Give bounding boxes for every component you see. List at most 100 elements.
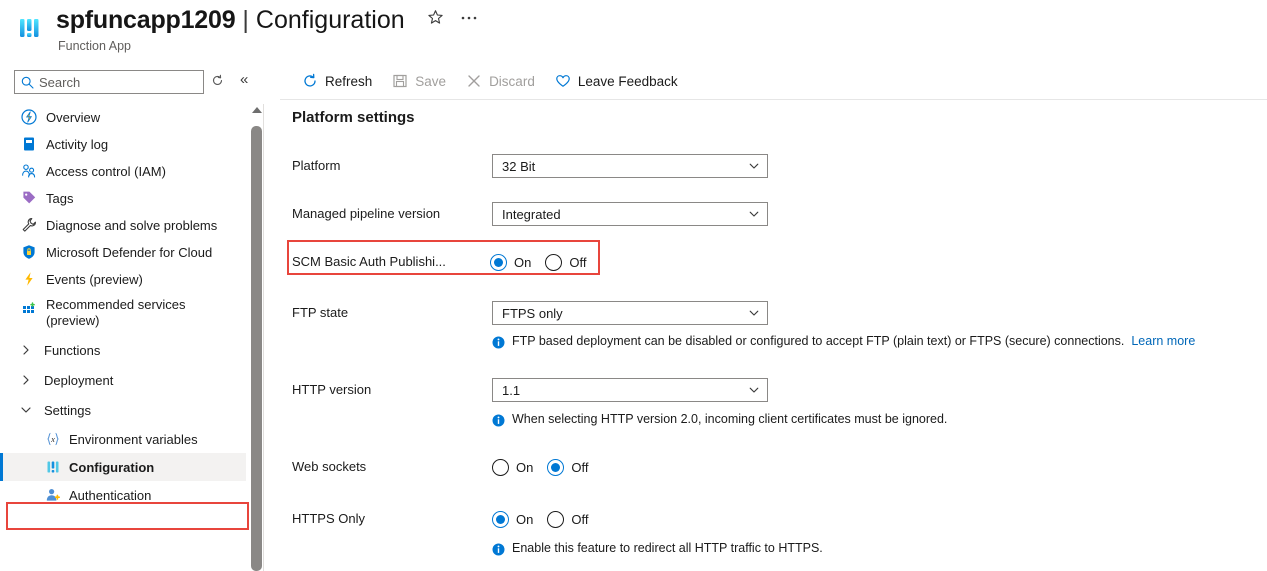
managed-pipeline-version-dropdown-value: Integrated (502, 207, 561, 222)
sidebar-item-label: Recommended services (preview) (46, 297, 211, 329)
sidebar-item-configuration[interactable]: Configuration (0, 453, 246, 481)
http-version-info-text: When selecting HTTP version 2.0, incomin… (512, 412, 947, 426)
https-only-on-radio[interactable]: On (492, 511, 533, 528)
radio-label: Off (571, 512, 588, 527)
field-label: Managed pipeline version (292, 202, 492, 226)
configuration-bars-icon (44, 459, 62, 475)
ftp-state-info-text: FTP based deployment can be disabled or … (512, 334, 1124, 348)
collapse-sidebar-icon[interactable]: « (240, 72, 248, 87)
field-web-sockets: Web sockets On Off (292, 455, 612, 479)
page-title: spfuncapp1209 | Configuration (56, 6, 478, 35)
sidebar-item-access-control[interactable]: Access control (IAM) (0, 158, 246, 185)
scm-basic-auth-off-radio[interactable]: Off (545, 254, 586, 271)
https-only-radio-group: On Off (492, 507, 588, 531)
info-icon (492, 414, 505, 427)
chevron-down-icon (748, 307, 760, 319)
ftp-state-dropdown[interactable]: FTPS only (492, 301, 768, 325)
field-label: Web sockets (292, 455, 492, 479)
sidebar-item-overview[interactable]: Overview (0, 104, 246, 131)
ftp-state-learn-more-link[interactable]: Learn more (1131, 334, 1195, 348)
radio-label: Off (569, 255, 586, 270)
sidebar-item-label: Activity log (46, 131, 108, 158)
search-box[interactable] (14, 70, 204, 94)
command-toolbar: Refresh Save Discard Leave Feedback (292, 66, 688, 96)
refresh-button[interactable]: Refresh (292, 69, 382, 93)
field-http-version: HTTP version 1.1 (292, 378, 772, 402)
platform-dropdown[interactable]: 32 Bit (492, 154, 768, 178)
managed-pipeline-version-dropdown[interactable]: Integrated (492, 202, 768, 226)
sidebar-item-label: Authentication (69, 488, 151, 503)
chevron-right-icon (18, 344, 34, 356)
sidebar-item-tags[interactable]: Tags (0, 185, 246, 212)
sidebar-group-deployment[interactable]: Deployment (0, 365, 246, 395)
radio-unselected-icon (547, 511, 564, 528)
heart-icon (555, 73, 571, 89)
http-version-dropdown[interactable]: 1.1 (492, 378, 768, 402)
chevron-down-icon (748, 160, 760, 172)
field-ftp-state: FTP state FTPS only (292, 301, 772, 325)
lightning-icon (20, 271, 38, 287)
web-sockets-off-radio[interactable]: Off (547, 459, 588, 476)
scm-basic-auth-on-radio[interactable]: On (490, 254, 531, 271)
sidebar-item-activity-log[interactable]: Activity log (0, 131, 246, 158)
discard-button-label: Discard (489, 74, 535, 89)
star-outline-icon[interactable] (427, 9, 444, 26)
field-platform: Platform 32 Bit (292, 154, 772, 178)
save-button[interactable]: Save (382, 69, 456, 93)
sidebar-item-label: Diagnose and solve problems (46, 212, 217, 239)
sidebar-group-label: Deployment (44, 373, 113, 388)
radio-selected-icon (490, 254, 507, 271)
http-version-info: When selecting HTTP version 2.0, incomin… (492, 412, 947, 427)
page-name: Configuration (256, 6, 405, 35)
discard-x-icon (466, 73, 482, 89)
wrench-icon (20, 217, 38, 233)
http-version-dropdown-value: 1.1 (502, 383, 520, 398)
access-control-icon (20, 163, 38, 179)
leave-feedback-button[interactable]: Leave Feedback (545, 69, 688, 93)
radio-unselected-icon (492, 459, 509, 476)
resource-name: spfuncapp1209 (56, 6, 235, 35)
sidebar-item-events[interactable]: Events (preview) (0, 266, 246, 293)
sidebar-item-authentication[interactable]: Authentication (0, 481, 246, 509)
save-button-label: Save (415, 74, 446, 89)
discard-button[interactable]: Discard (456, 69, 545, 93)
field-scm-basic-auth-publishing: SCM Basic Auth Publishi... On Off (292, 250, 612, 274)
web-sockets-on-radio[interactable]: On (492, 459, 533, 476)
shield-icon (20, 244, 38, 260)
radio-label: On (516, 460, 533, 475)
sidebar-item-recommended-services[interactable]: Recommended services (preview) (0, 293, 246, 335)
leave-feedback-button-label: Leave Feedback (578, 74, 678, 89)
sidebar-scrollbar[interactable] (251, 104, 262, 571)
sidebar-item-label: Access control (IAM) (46, 158, 166, 185)
svg-text:x: x (50, 435, 55, 444)
sidebar-item-defender-for-cloud[interactable]: Microsoft Defender for Cloud (0, 239, 246, 266)
ellipsis-icon[interactable] (460, 9, 478, 26)
sidebar-item-diagnose[interactable]: Diagnose and solve problems (0, 212, 246, 239)
sidebar-item-environment-variables[interactable]: x Environment variables (0, 425, 246, 453)
overview-icon (20, 109, 38, 125)
radio-selected-icon (492, 511, 509, 528)
page-header: spfuncapp1209 | Configuration Function A… (0, 0, 1267, 62)
radio-label: On (514, 255, 531, 270)
activity-log-icon (20, 136, 38, 152)
https-only-off-radio[interactable]: Off (547, 511, 588, 528)
toolbar-divider (280, 99, 1267, 100)
info-icon (492, 336, 505, 349)
field-label: Platform (292, 154, 492, 178)
sidebar-refresh-icon[interactable] (211, 74, 224, 87)
sidebar-group-functions[interactable]: Functions (0, 335, 246, 365)
main-content: Platform settings Platform 32 Bit Manage… (264, 104, 1267, 571)
sidebar-nav: Overview Activity log Access control (IA… (0, 104, 246, 571)
sidebar-group-settings[interactable]: Settings (0, 395, 246, 425)
sidebar-group-label: Settings (44, 403, 91, 418)
search-input[interactable] (39, 75, 197, 90)
sidebar-item-label: Environment variables (69, 432, 198, 447)
field-label: SCM Basic Auth Publishi... (292, 250, 492, 274)
variable-braces-icon: x (44, 431, 62, 447)
sidebar-item-label: Microsoft Defender for Cloud (46, 239, 212, 266)
scroll-thumb[interactable] (251, 126, 262, 571)
grid-plus-icon (20, 302, 38, 318)
section-title: Platform settings (292, 109, 415, 126)
scroll-up-arrow-icon[interactable] (252, 107, 262, 113)
sidebar-item-label: Overview (46, 104, 100, 131)
